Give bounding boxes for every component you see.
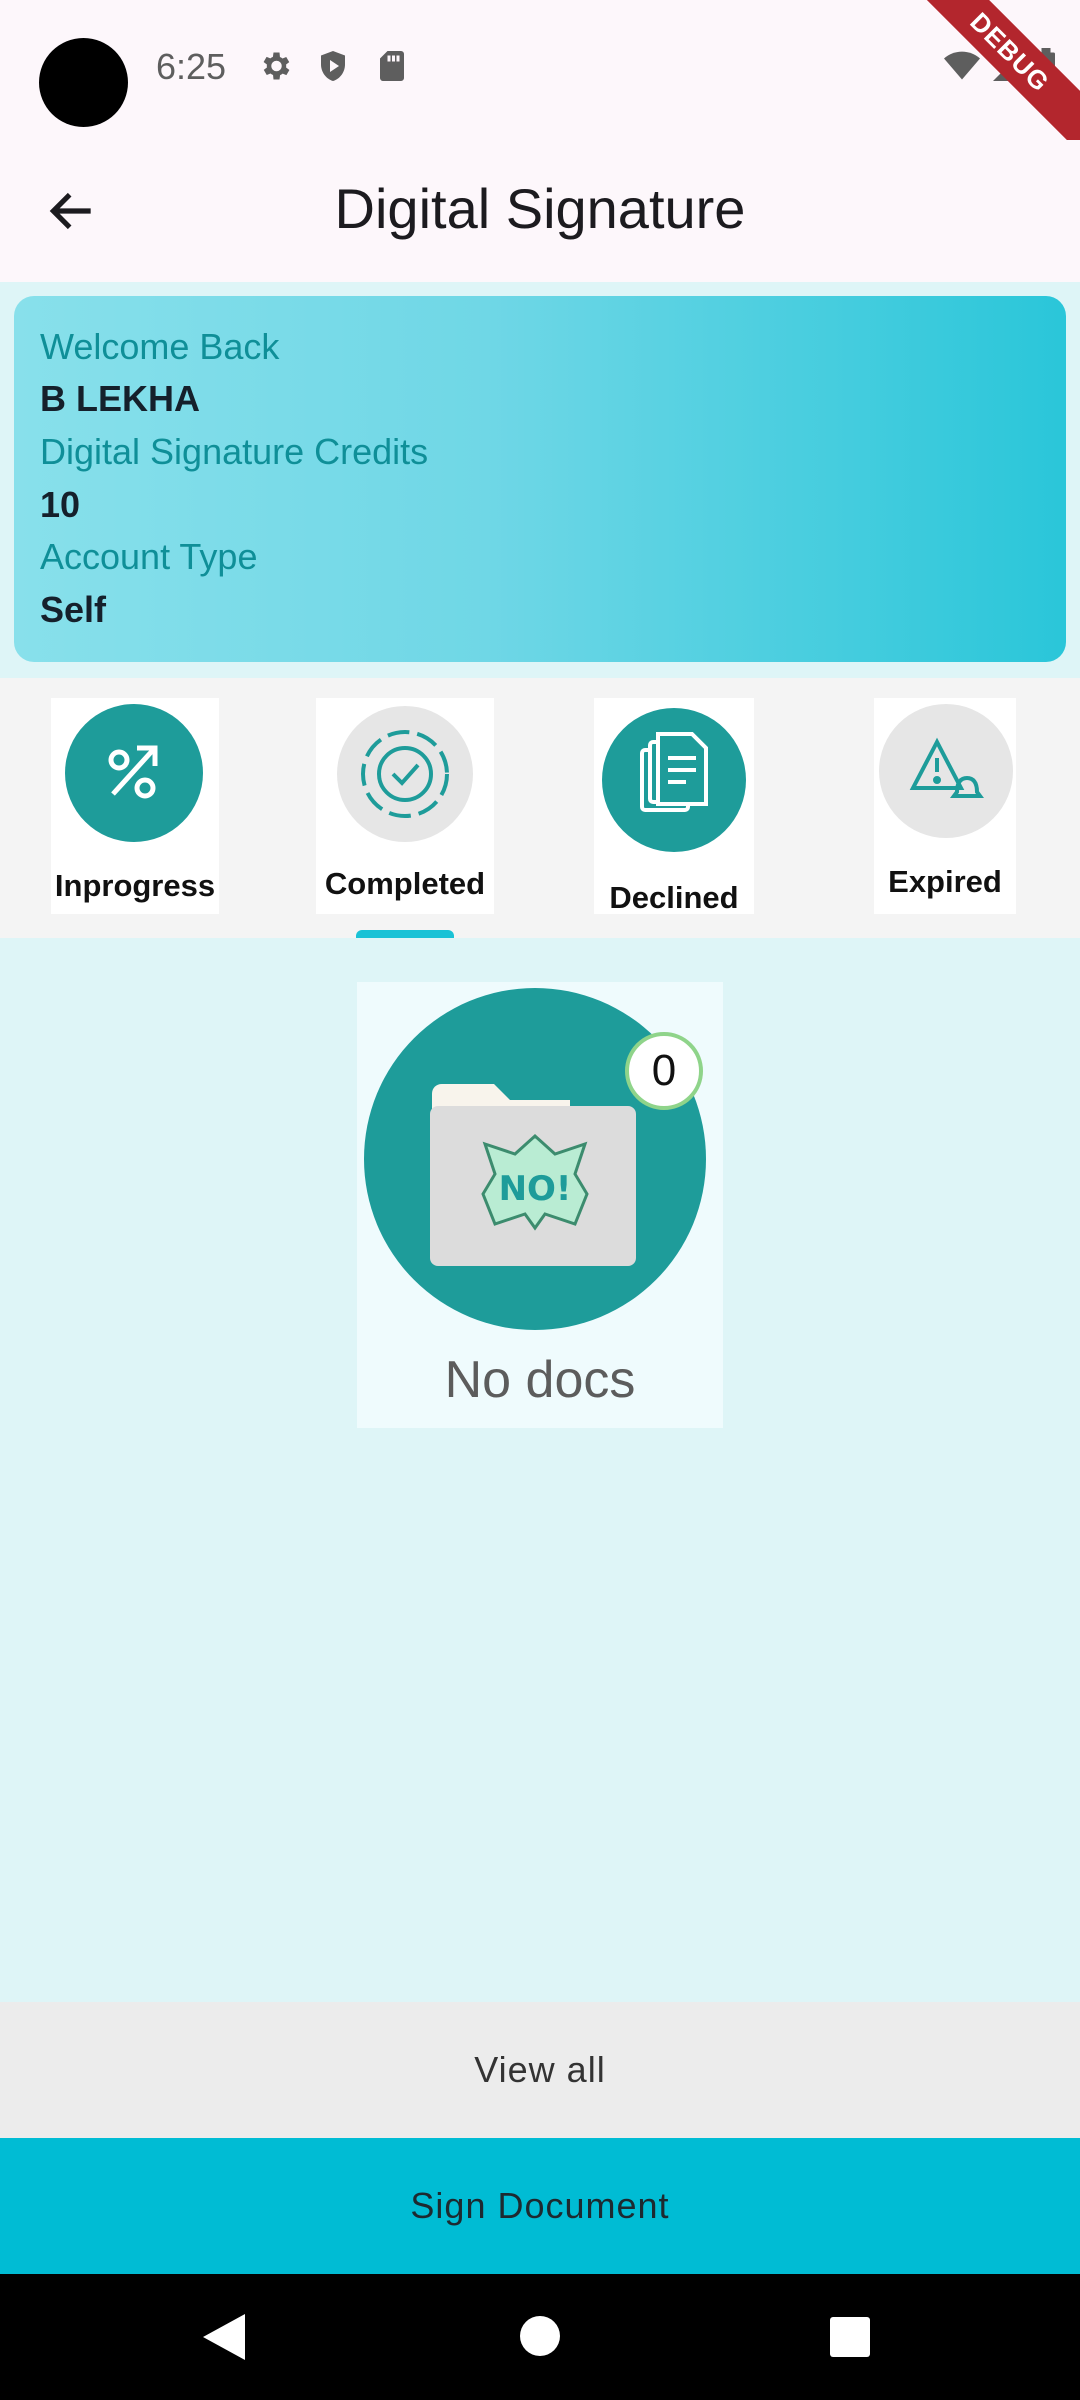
tab-declined-circle <box>602 708 746 852</box>
app-bar: Digital Signature <box>0 140 1080 282</box>
gear-icon <box>263 52 290 80</box>
home-circle-icon[interactable] <box>520 2316 560 2356</box>
account-card-section: Welcome Back B LEKHA Digital Signature C… <box>0 282 1080 678</box>
tab-expired-circle <box>879 704 1013 838</box>
account-card: Welcome Back B LEKHA Digital Signature C… <box>14 296 1066 662</box>
progress-percent-icon <box>108 745 158 799</box>
status-bar: 6:25 DEBUG <box>0 0 1080 160</box>
status-time: 6:25 <box>156 46 227 87</box>
account-type-value: Self <box>40 589 107 630</box>
tab-declined-label: Declined <box>609 880 739 915</box>
tab-expired[interactable]: Expired <box>874 698 1016 914</box>
documents-area: NO! 0 No docs <box>0 938 1080 2002</box>
gear-check-icon <box>361 730 449 818</box>
status-tabs: Inprogress Completed Declined Expired <box>0 678 1080 938</box>
empty-state-card: NO! 0 No docs <box>357 982 723 1428</box>
count-badge: 0 <box>625 1032 703 1110</box>
view-all-button[interactable]: View all <box>0 2002 1080 2138</box>
back-triangle-icon[interactable] <box>203 2314 245 2360</box>
alert-bell-icon <box>909 737 984 798</box>
page-title: Digital Signature <box>334 177 746 240</box>
recents-square-icon[interactable] <box>830 2317 870 2357</box>
tab-inprogress[interactable]: Inprogress <box>51 698 219 914</box>
sign-document-button[interactable]: Sign Document <box>0 2138 1080 2274</box>
camera-cutout <box>39 38 128 127</box>
credits-label: Digital Signature Credits <box>40 431 429 472</box>
documents-icon <box>640 732 708 812</box>
empty-state-message: No docs <box>444 1351 636 1409</box>
welcome-label: Welcome Back <box>40 326 280 367</box>
tab-completed-circle <box>337 706 473 842</box>
tab-completed-label: Completed <box>324 866 486 901</box>
folder-no-text: NO! <box>499 1169 572 1209</box>
tab-expired-label: Expired <box>888 864 1002 899</box>
credits-value: 10 <box>40 484 81 525</box>
tab-declined[interactable]: Declined <box>594 698 754 915</box>
account-type-label: Account Type <box>40 536 258 577</box>
shield-play-icon <box>321 51 345 81</box>
system-nav-bar <box>0 2274 1080 2400</box>
sd-card-icon <box>380 51 404 81</box>
tab-inprogress-label: Inprogress <box>54 868 216 903</box>
tab-completed[interactable]: Completed <box>316 698 494 914</box>
wifi-icon <box>944 51 980 80</box>
tab-inprogress-circle <box>65 704 203 842</box>
user-name: B LEKHA <box>40 378 200 419</box>
